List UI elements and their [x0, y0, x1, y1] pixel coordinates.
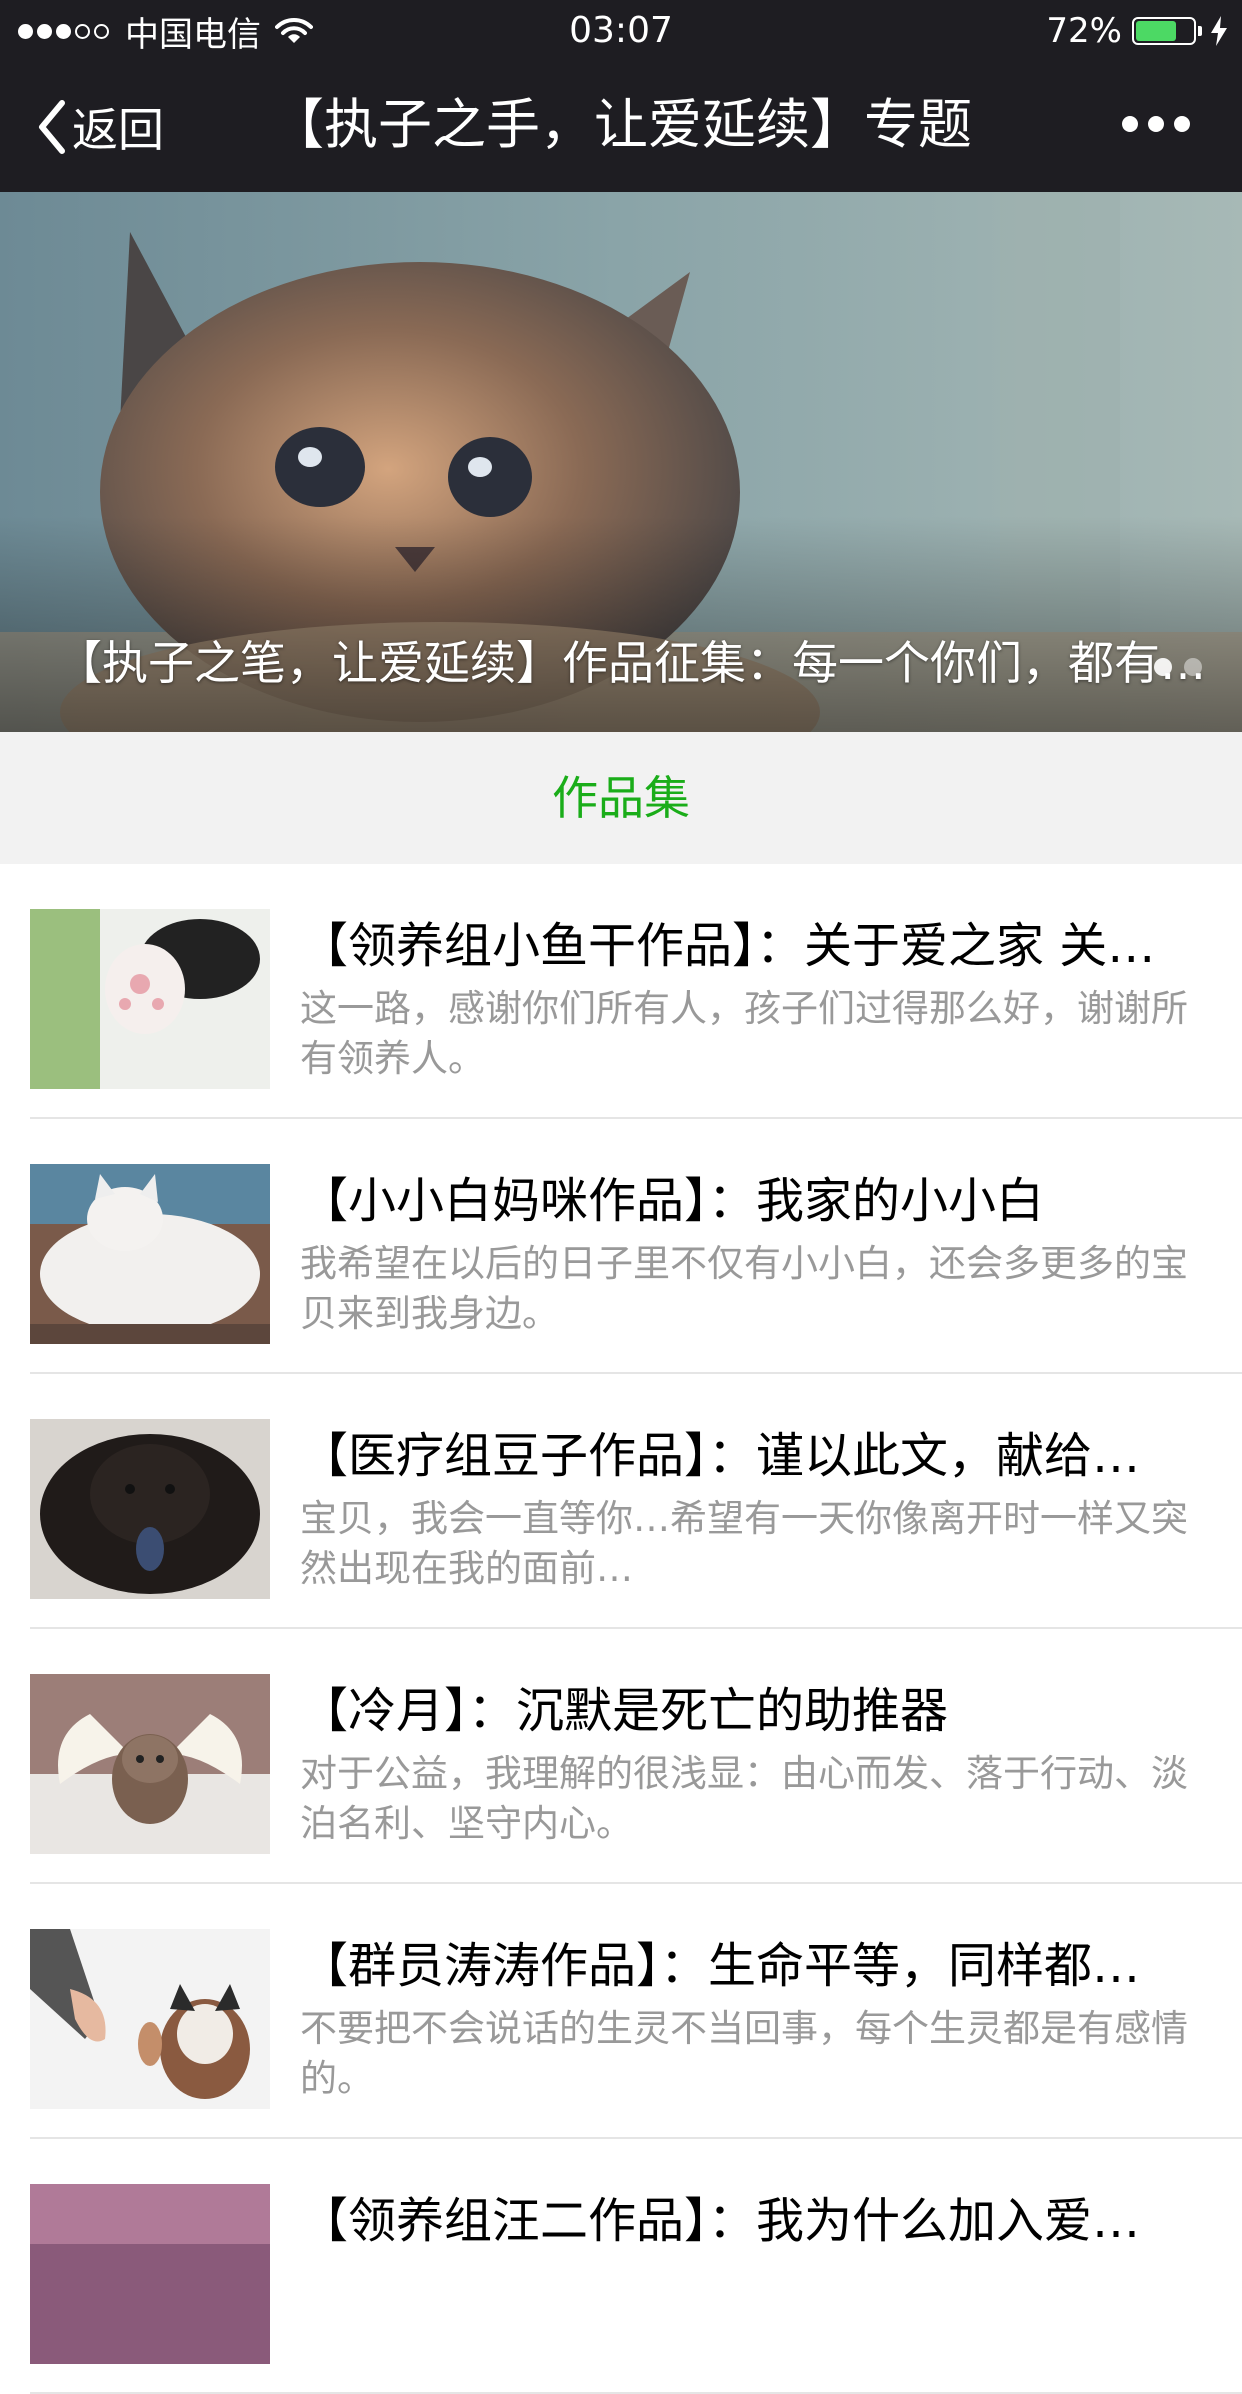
list-item[interactable]: 【群员涛涛作品】：生命平等，同样都… 不要把不会说话的生灵不当回事，每个生灵都是…	[0, 1884, 1242, 2139]
article-title: 【医疗组豆子作品】：谨以此文，献给…	[300, 1428, 1141, 1484]
cat-paw-thumbnail	[30, 909, 270, 1089]
page-dot-active	[1154, 658, 1172, 676]
hand-and-dog-thumbnail	[30, 1929, 270, 2109]
article-title: 【小小白妈咪作品】：我家的小小白	[300, 1173, 1045, 1229]
banner-caption: 【执子之笔，让爱延续】作品征集：每一个你们，都有…	[56, 636, 1206, 690]
status-bar: 中国电信 03:07 72%	[0, 0, 1242, 62]
black-dog-thumbnail	[30, 1419, 270, 1599]
article-title: 【领养组小鱼干作品】：关于爱之家 关…	[300, 918, 1156, 974]
white-cat-thumbnail	[30, 1164, 270, 1344]
article-summary: 这一路，感谢你们所有人，孩子们过得那么好，谢谢所有领养人。	[300, 987, 1188, 1080]
banner-carousel[interactable]: 【执子之笔，让爱延续】作品征集：每一个你们，都有…	[0, 192, 1242, 732]
article-summary	[300, 2259, 1202, 2359]
battery-fill	[1136, 21, 1177, 41]
more-menu-icon[interactable]	[1112, 116, 1190, 132]
list-item[interactable]: 【领养组小鱼干作品】：关于爱之家 关… 这一路，感谢你们所有人，孩子们过得那么好…	[0, 864, 1242, 1119]
article-summary: 对于公益，我理解的很浅显：由心而发、落于行动、淡泊名利、坚守内心。	[300, 1752, 1188, 1845]
banner-page-indicator	[1142, 658, 1202, 676]
article-summary: 宝贝，我会一直等你…希望有一天你像离开时一样又突然出现在我的面前…	[300, 1497, 1188, 1590]
article-title: 【群员涛涛作品】：生命平等，同样都…	[300, 1938, 1141, 1994]
back-label: 返回	[72, 103, 164, 157]
back-button[interactable]: 返回	[36, 94, 164, 160]
page-title: 【执子之手，让爱延续】专题	[270, 93, 972, 156]
section-title: 作品集	[0, 732, 1242, 864]
winged-kitten-thumbnail	[30, 1674, 270, 1854]
article-title: 【领养组汪二作品】：我为什么加入爱…	[300, 2193, 1141, 2249]
battery-percent: 72%	[1046, 11, 1122, 51]
page-dot	[1184, 658, 1202, 676]
battery-icon	[1132, 17, 1202, 45]
list-item[interactable]: 【小小白妈咪作品】：我家的小小白 我希望在以后的日子里不仅有小小白，还会多更多的…	[0, 1119, 1242, 1374]
list-item[interactable]: 【领养组汪二作品】：我为什么加入爱…	[0, 2139, 1242, 2394]
article-thumbnail	[30, 2184, 270, 2364]
article-summary: 我希望在以后的日子里不仅有小小白，还会多更多的宝贝来到我身边。	[300, 1242, 1188, 1335]
article-summary: 不要把不会说话的生灵不当回事，每个生灵都是有感情的。	[300, 2007, 1188, 2100]
list-item[interactable]: 【医疗组豆子作品】：谨以此文，献给… 宝贝，我会一直等你…希望有一天你像离开时一…	[0, 1374, 1242, 1629]
article-title: 【冷月】：沉默是死亡的助推器	[300, 1683, 949, 1739]
navigation-bar: 返回 【执子之手，让爱延续】专题	[0, 62, 1242, 192]
chevron-left-icon	[39, 100, 65, 154]
status-right: 72%	[1046, 8, 1228, 54]
list-item[interactable]: 【冷月】：沉默是死亡的助推器 对于公益，我理解的很浅显：由心而发、落于行动、淡泊…	[0, 1629, 1242, 1884]
article-list: 【领养组小鱼干作品】：关于爱之家 关… 这一路，感谢你们所有人，孩子们过得那么好…	[0, 864, 1242, 2394]
charging-bolt-icon	[1211, 16, 1227, 46]
